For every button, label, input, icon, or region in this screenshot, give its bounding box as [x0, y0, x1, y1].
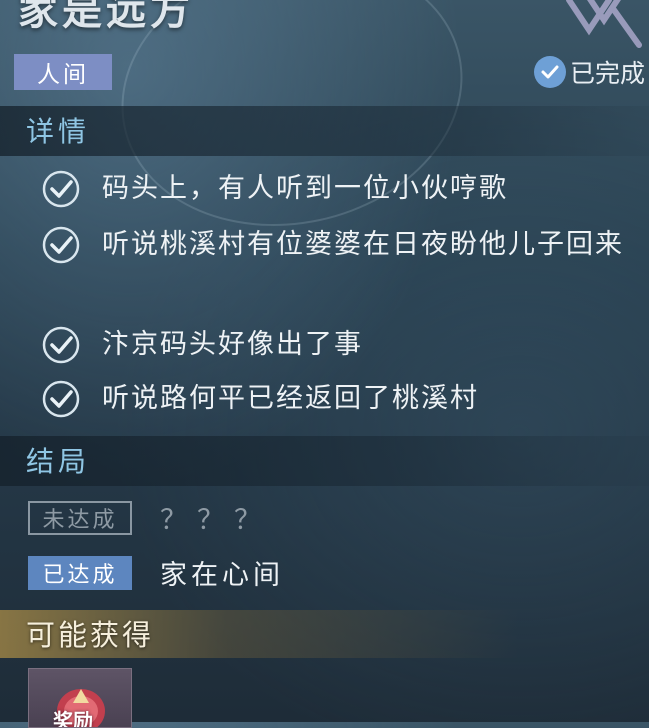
rewards-heading: 可能获得 — [26, 618, 155, 652]
ending-text: ？？？ — [160, 505, 271, 536]
faction-emblem-icon — [566, 0, 642, 48]
clue-item: 汴京码头好像出了事 — [40, 324, 640, 370]
clue-item: 码头上，有人听到一位小伙哼歌 — [40, 168, 640, 214]
clue-item: 听说路何平已经返回了桃溪村 — [40, 378, 640, 424]
completion-status-label: 已完成 — [569, 59, 645, 88]
ending-unmet-badge: 未达成 — [28, 500, 132, 535]
check-circle-icon — [42, 326, 80, 364]
clue-item: 听说桃溪村有位婆婆在日夜盼他儿子回来 — [40, 224, 640, 270]
ending-row: 未达成 ？？？ — [28, 498, 271, 537]
details-header-bar — [0, 106, 649, 156]
quest-category-tag: 人间 — [14, 54, 112, 90]
endings-header-bar — [0, 436, 649, 486]
clue-text: 听说桃溪村有位婆婆在日夜盼他儿子回来 — [102, 229, 624, 260]
endings-heading: 结局 — [26, 445, 91, 478]
check-circle-icon — [42, 226, 80, 264]
clue-text: 码头上，有人听到一位小伙哼歌 — [102, 173, 508, 204]
ending-met-badge: 已达成 — [28, 555, 132, 590]
clue-text: 汴京码头好像出了事 — [102, 329, 363, 360]
ending-row[interactable]: 已达成 家在心间 — [28, 553, 284, 592]
reward-item-label: 奖励 — [53, 709, 93, 728]
completed-check-icon — [533, 56, 566, 88]
clue-text: 听说路何平已经返回了桃溪村 — [102, 383, 479, 414]
check-circle-icon — [42, 380, 80, 418]
check-circle-icon — [42, 170, 80, 208]
reward-item[interactable]: 奖励 — [28, 668, 132, 728]
completion-status: 已完成 — [533, 54, 645, 90]
ending-text: 家在心间 — [160, 560, 284, 591]
details-heading: 详情 — [26, 115, 91, 148]
quest-title: 家是远方 — [18, 0, 194, 34]
